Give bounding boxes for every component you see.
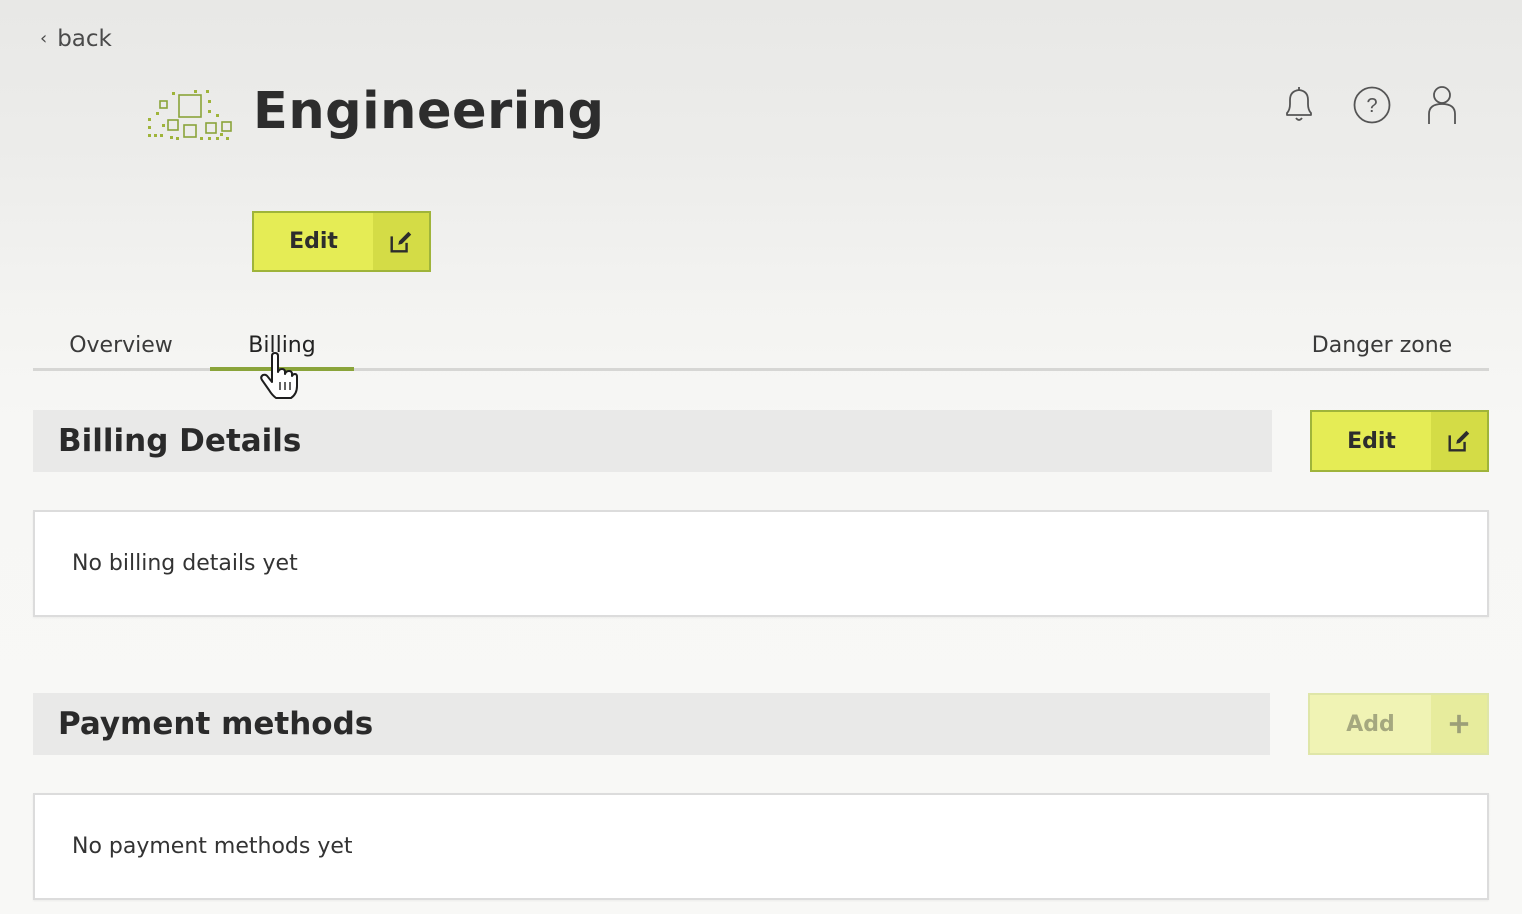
edit-icon bbox=[1431, 412, 1487, 470]
tab-billing[interactable]: Billing bbox=[210, 322, 354, 368]
edit-button-label: Edit bbox=[289, 229, 338, 254]
edit-billing-details-button[interactable]: Edit bbox=[1310, 410, 1489, 472]
back-label: back bbox=[57, 26, 112, 52]
organization-logo-icon bbox=[146, 88, 236, 146]
help-icon[interactable]: ? bbox=[1352, 84, 1392, 126]
payment-methods-heading: Payment methods bbox=[33, 693, 1270, 755]
payment-methods-empty-text: No payment methods yet bbox=[72, 834, 353, 859]
billing-details-empty-text: No billing details yet bbox=[72, 551, 298, 576]
bell-icon[interactable] bbox=[1279, 84, 1319, 126]
chevron-left-icon: ‹ bbox=[40, 28, 48, 49]
page-title: Engineering bbox=[253, 82, 605, 141]
billing-details-card: No billing details yet bbox=[33, 510, 1489, 617]
tab-danger-zone[interactable]: Danger zone bbox=[1296, 322, 1468, 368]
active-tab-indicator bbox=[210, 367, 354, 371]
billing-details-heading: Billing Details bbox=[33, 410, 1272, 472]
edit-organization-button[interactable]: Edit bbox=[252, 211, 431, 272]
payment-methods-card: No payment methods yet bbox=[33, 793, 1489, 900]
tab-overview[interactable]: Overview bbox=[52, 322, 190, 368]
svg-text:?: ? bbox=[1366, 95, 1377, 117]
back-link[interactable]: ‹ back bbox=[40, 22, 112, 56]
user-icon[interactable] bbox=[1422, 84, 1462, 126]
add-payment-method-button[interactable]: Add bbox=[1308, 693, 1489, 755]
add-button-label: Add bbox=[1346, 711, 1395, 737]
edit-button-label: Edit bbox=[1347, 428, 1396, 454]
edit-icon bbox=[373, 213, 429, 270]
plus-icon bbox=[1431, 695, 1487, 753]
